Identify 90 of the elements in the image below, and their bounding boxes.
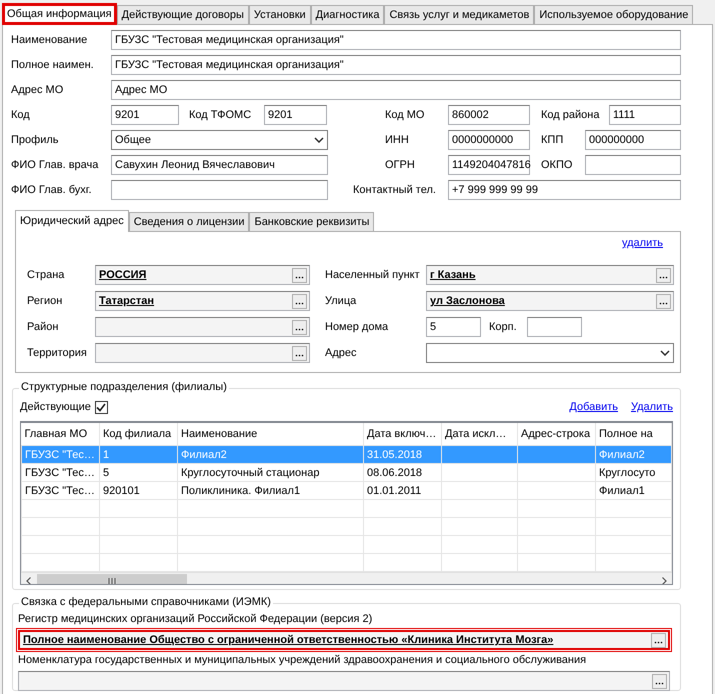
checkbox-label: Действующие: [20, 401, 91, 413]
field-label: Наименование: [11, 34, 88, 46]
tab[interactable]: Связь услуг и медикаметов: [384, 5, 534, 24]
group-title: Связка с федеральными справочниками (ИЭМК): [19, 596, 273, 608]
tfoms-code-field[interactable]: 9201: [264, 105, 327, 125]
browse-button[interactable]: [656, 294, 671, 308]
ellipsis-icon: [295, 328, 304, 330]
grip-icon: [107, 578, 117, 584]
ellipsis-icon: [659, 302, 668, 304]
chevron-down-icon: [660, 350, 670, 356]
ellipsis-icon: [295, 302, 304, 304]
field-label: Адрес: [325, 347, 358, 359]
field-label: Контактный тел.: [353, 184, 437, 196]
registry-field[interactable]: Полное наименование Общество с ограниченной ответственностью «Клиника Института Мозга»: [18, 630, 670, 650]
inn-field[interactable]: 0000000000: [448, 130, 530, 150]
browse-button[interactable]: [651, 632, 666, 648]
name-field[interactable]: ГБУЗС "Тестовая медицинская организация": [111, 30, 681, 50]
lookup-field[interactable]: Татарстан: [95, 291, 310, 311]
tab[interactable]: Установки: [248, 5, 311, 24]
field-label: Регион: [27, 295, 64, 307]
field-label: Номенклатура государственных и муниципальных учреждений здравоохранения и социального обслуживания: [18, 653, 588, 668]
ellipsis-icon: [295, 354, 304, 356]
lookup-field[interactable]: РОССИЯ: [95, 265, 310, 285]
field-label: Адрес МО: [11, 84, 64, 96]
lookup-field[interactable]: [95, 343, 310, 363]
field-label: Регистр медицинских организаций Российской Федерации (версия 2): [18, 612, 374, 627]
field-label: Код ТФОМС: [189, 109, 252, 121]
field-label: Страна: [27, 269, 66, 281]
delete-link[interactable]: Удалить: [631, 401, 673, 413]
ellipsis-icon: [655, 682, 664, 684]
mo-code-field[interactable]: 860002: [448, 105, 530, 125]
building-field[interactable]: [527, 317, 582, 337]
tab[interactable]: Банковские реквизиты: [249, 212, 374, 231]
table-row[interactable]: ГБУЗС "Тес… 920101 Поликлиника. Филиал1 01.01.2011 Филиал1: [22, 482, 672, 500]
full-name-field[interactable]: ГБУЗС "Тестовая медицинская организация": [111, 55, 681, 75]
tab[interactable]: Сведения о лицензии: [128, 212, 250, 231]
field-label: Населенный пункт: [325, 269, 421, 281]
ogrn-field[interactable]: 1149204047816: [448, 155, 530, 175]
tab[interactable]: Общая информация: [2, 3, 117, 25]
browse-button[interactable]: [652, 674, 667, 688]
field-label: Район: [27, 321, 60, 333]
okpo-field[interactable]: [585, 155, 681, 175]
field-label: ИНН: [385, 134, 410, 146]
field-label: КПП: [541, 134, 564, 146]
horizontal-scrollbar[interactable]: [21, 572, 672, 584]
field-label: Код МО: [385, 109, 426, 121]
field-label: Номер дома: [325, 321, 390, 333]
browse-button[interactable]: [292, 346, 307, 360]
field-label: Улица: [325, 295, 358, 307]
field-label: Код: [11, 109, 31, 121]
chief-accountant-field[interactable]: [111, 180, 328, 200]
field-label: ФИО Глав. врача: [11, 159, 100, 171]
browse-button[interactable]: [292, 320, 307, 334]
code-field[interactable]: 9201: [111, 105, 179, 125]
field-label: ОГРН: [385, 159, 416, 171]
tab[interactable]: Диагностика: [310, 5, 384, 24]
field-label: Территория: [27, 347, 88, 359]
delete-link[interactable]: удалить: [622, 237, 663, 257]
nomenclature-field[interactable]: [18, 671, 670, 691]
tab[interactable]: Используемое оборудование: [534, 5, 694, 24]
ellipsis-icon: [654, 640, 663, 644]
browse-button[interactable]: [292, 268, 307, 282]
field-label: Профиль: [11, 134, 60, 146]
lookup-field[interactable]: [95, 317, 310, 337]
browse-button[interactable]: [656, 268, 671, 282]
field-label: Код района: [541, 109, 600, 121]
ellipsis-icon: [659, 276, 668, 278]
chief-doctor-field[interactable]: Савухин Леонид Вячеславович: [111, 155, 328, 175]
address-dropdown[interactable]: [426, 343, 674, 363]
active-checkbox[interactable]: [94, 400, 108, 414]
ellipsis-icon: [295, 276, 304, 278]
phone-field[interactable]: +7 999 999 99 99: [448, 180, 681, 200]
district-code-field[interactable]: 1111: [609, 105, 681, 125]
browse-button[interactable]: [292, 294, 307, 308]
field-label: Корп.: [489, 321, 518, 333]
kpp-field[interactable]: 000000000: [585, 130, 681, 150]
address-field[interactable]: Адрес МО: [111, 80, 681, 100]
add-link[interactable]: Добавить: [569, 401, 618, 413]
lookup-field[interactable]: г Казань: [426, 265, 674, 285]
chevron-down-icon: [314, 137, 324, 143]
house-number-field[interactable]: 5: [426, 317, 481, 337]
group-title: Структурные подразделения (филиалы): [19, 381, 229, 393]
table-row[interactable]: ГБУЗС "Тес… 5 Круглосуточный стационар 08.06.2018 Круглосуто: [22, 464, 672, 482]
field-label: Полное наимен.: [11, 59, 95, 71]
profile-dropdown[interactable]: Общее: [111, 130, 328, 150]
field-label: ОКПО: [541, 159, 574, 171]
tab[interactable]: Действующие договоры: [116, 5, 249, 24]
tab[interactable]: Юридический адрес: [15, 210, 129, 232]
field-label: ФИО Глав. бухг.: [11, 184, 92, 196]
lookup-field[interactable]: ул Заслонова: [426, 291, 674, 311]
